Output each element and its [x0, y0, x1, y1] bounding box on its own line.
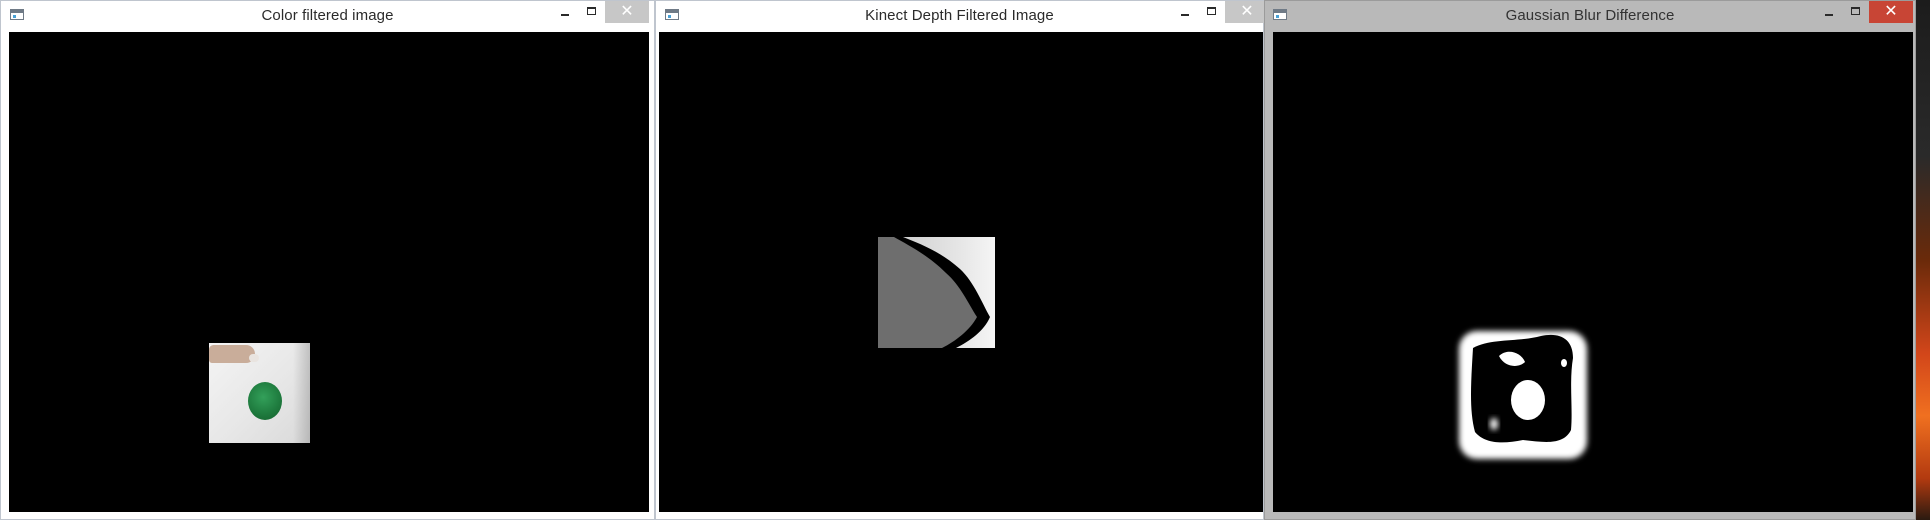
blur-small-spot	[1561, 359, 1567, 367]
window-gaussian-blur[interactable]: Gaussian Blur Difference ✕	[1264, 0, 1916, 520]
depth-map-region	[878, 237, 995, 348]
minimize-icon[interactable]	[553, 1, 579, 23]
close-icon[interactable]: ✕	[1869, 1, 1913, 23]
maximize-icon[interactable]	[579, 1, 605, 23]
image-canvas	[659, 32, 1263, 512]
green-ball	[248, 382, 282, 420]
window-title: Kinect Depth Filtered Image	[865, 7, 1054, 24]
minimize-icon[interactable]	[1173, 1, 1199, 23]
window-kinect-depth[interactable]: Kinect Depth Filtered Image ✕	[655, 0, 1269, 520]
window-color-filtered[interactable]: Color filtered image ✕	[0, 0, 655, 520]
depth-shape	[878, 237, 990, 348]
titlebar[interactable]: Kinect Depth Filtered Image ✕	[656, 1, 1269, 31]
image-canvas	[1273, 32, 1913, 512]
blur-difference-image	[1459, 331, 1587, 459]
maximize-icon[interactable]	[1199, 1, 1225, 23]
finger-shape	[209, 345, 255, 363]
close-icon[interactable]: ✕	[605, 1, 649, 23]
color-filtered-photo-region	[209, 343, 310, 443]
titlebar[interactable]: Gaussian Blur Difference ✕	[1265, 1, 1915, 31]
paper-shadow	[293, 343, 310, 443]
blur-ball-blob	[1511, 380, 1545, 420]
blur-side-spot	[1490, 418, 1498, 430]
desktop-background-strip	[1916, 0, 1930, 520]
close-icon[interactable]: ✕	[1225, 1, 1269, 23]
finger-nail	[249, 354, 259, 362]
image-canvas	[9, 32, 649, 512]
minimize-icon[interactable]	[1817, 1, 1843, 23]
titlebar[interactable]: Color filtered image ✕	[1, 1, 654, 31]
maximize-icon[interactable]	[1843, 1, 1869, 23]
